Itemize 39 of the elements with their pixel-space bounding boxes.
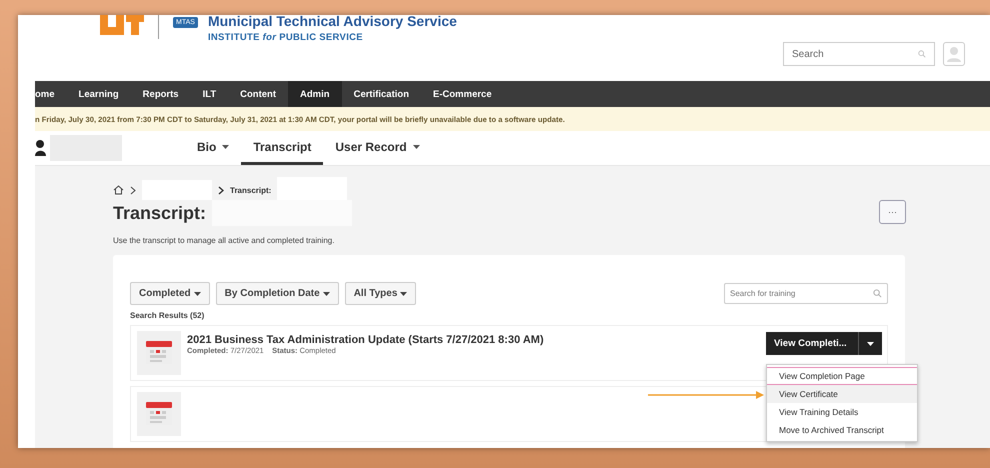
menu-item[interactable]: View Training Details — [767, 403, 917, 421]
nav-item[interactable]: Learning — [66, 81, 131, 107]
search-field[interactable]: Search — [783, 42, 935, 66]
menu-toggle-button[interactable] — [858, 332, 882, 355]
nav-item[interactable]: Certification — [342, 81, 422, 107]
caret-icon — [400, 292, 408, 296]
menu-item[interactable]: Move to Archived Transcript — [767, 421, 917, 439]
chevron-icon — [130, 186, 136, 194]
chevron-icon — [218, 186, 224, 194]
profile-tab[interactable]: User Record — [323, 131, 432, 165]
nav-item[interactable]: ome — [35, 81, 67, 107]
org-subtitle: INSTITUTE for PUBLIC SERVICE — [208, 32, 364, 43]
search-icon — [918, 50, 926, 58]
home-icon — [113, 185, 124, 195]
breadcrumb-current: Transcript: — [230, 186, 272, 194]
caret-icon — [194, 292, 201, 296]
profile-tab[interactable]: Bio — [185, 131, 242, 165]
filter-dropdown[interactable]: All Types — [344, 282, 416, 305]
search-icon — [873, 289, 882, 298]
filter-dropdown[interactable]: Completed — [130, 282, 210, 305]
results-count: Search Results (52) — [130, 311, 206, 320]
training-title: 2021 Business Tax Administration Update (Starts 7/27/2021 8:30 AM) — [187, 334, 544, 346]
menu-item[interactable]: View Completion Page — [767, 367, 917, 385]
nav-item[interactable]: ILT — [190, 81, 228, 107]
nav-item[interactable]: Reports — [130, 81, 191, 107]
nav-item[interactable]: Content — [228, 81, 288, 107]
person-icon — [35, 140, 46, 156]
caret-icon — [322, 292, 330, 296]
menu-item[interactable]: View Certificate — [767, 385, 917, 403]
more-button[interactable]: ··· — [879, 200, 906, 224]
org-name: Municipal Technical Advisory Service — [208, 15, 457, 29]
logo-icon — [100, 15, 144, 35]
training-search-field[interactable]: Search for training — [724, 283, 888, 304]
nav-item[interactable]: Admin — [288, 81, 342, 107]
caret-icon — [867, 342, 874, 346]
page-title: Transcript: — [113, 202, 206, 224]
nav-item[interactable]: E-Commerce — [421, 81, 504, 107]
filter-dropdown[interactable]: By Completion Date — [216, 282, 339, 305]
page-description: Use the transcript to manage all active and completed training. — [113, 236, 336, 245]
